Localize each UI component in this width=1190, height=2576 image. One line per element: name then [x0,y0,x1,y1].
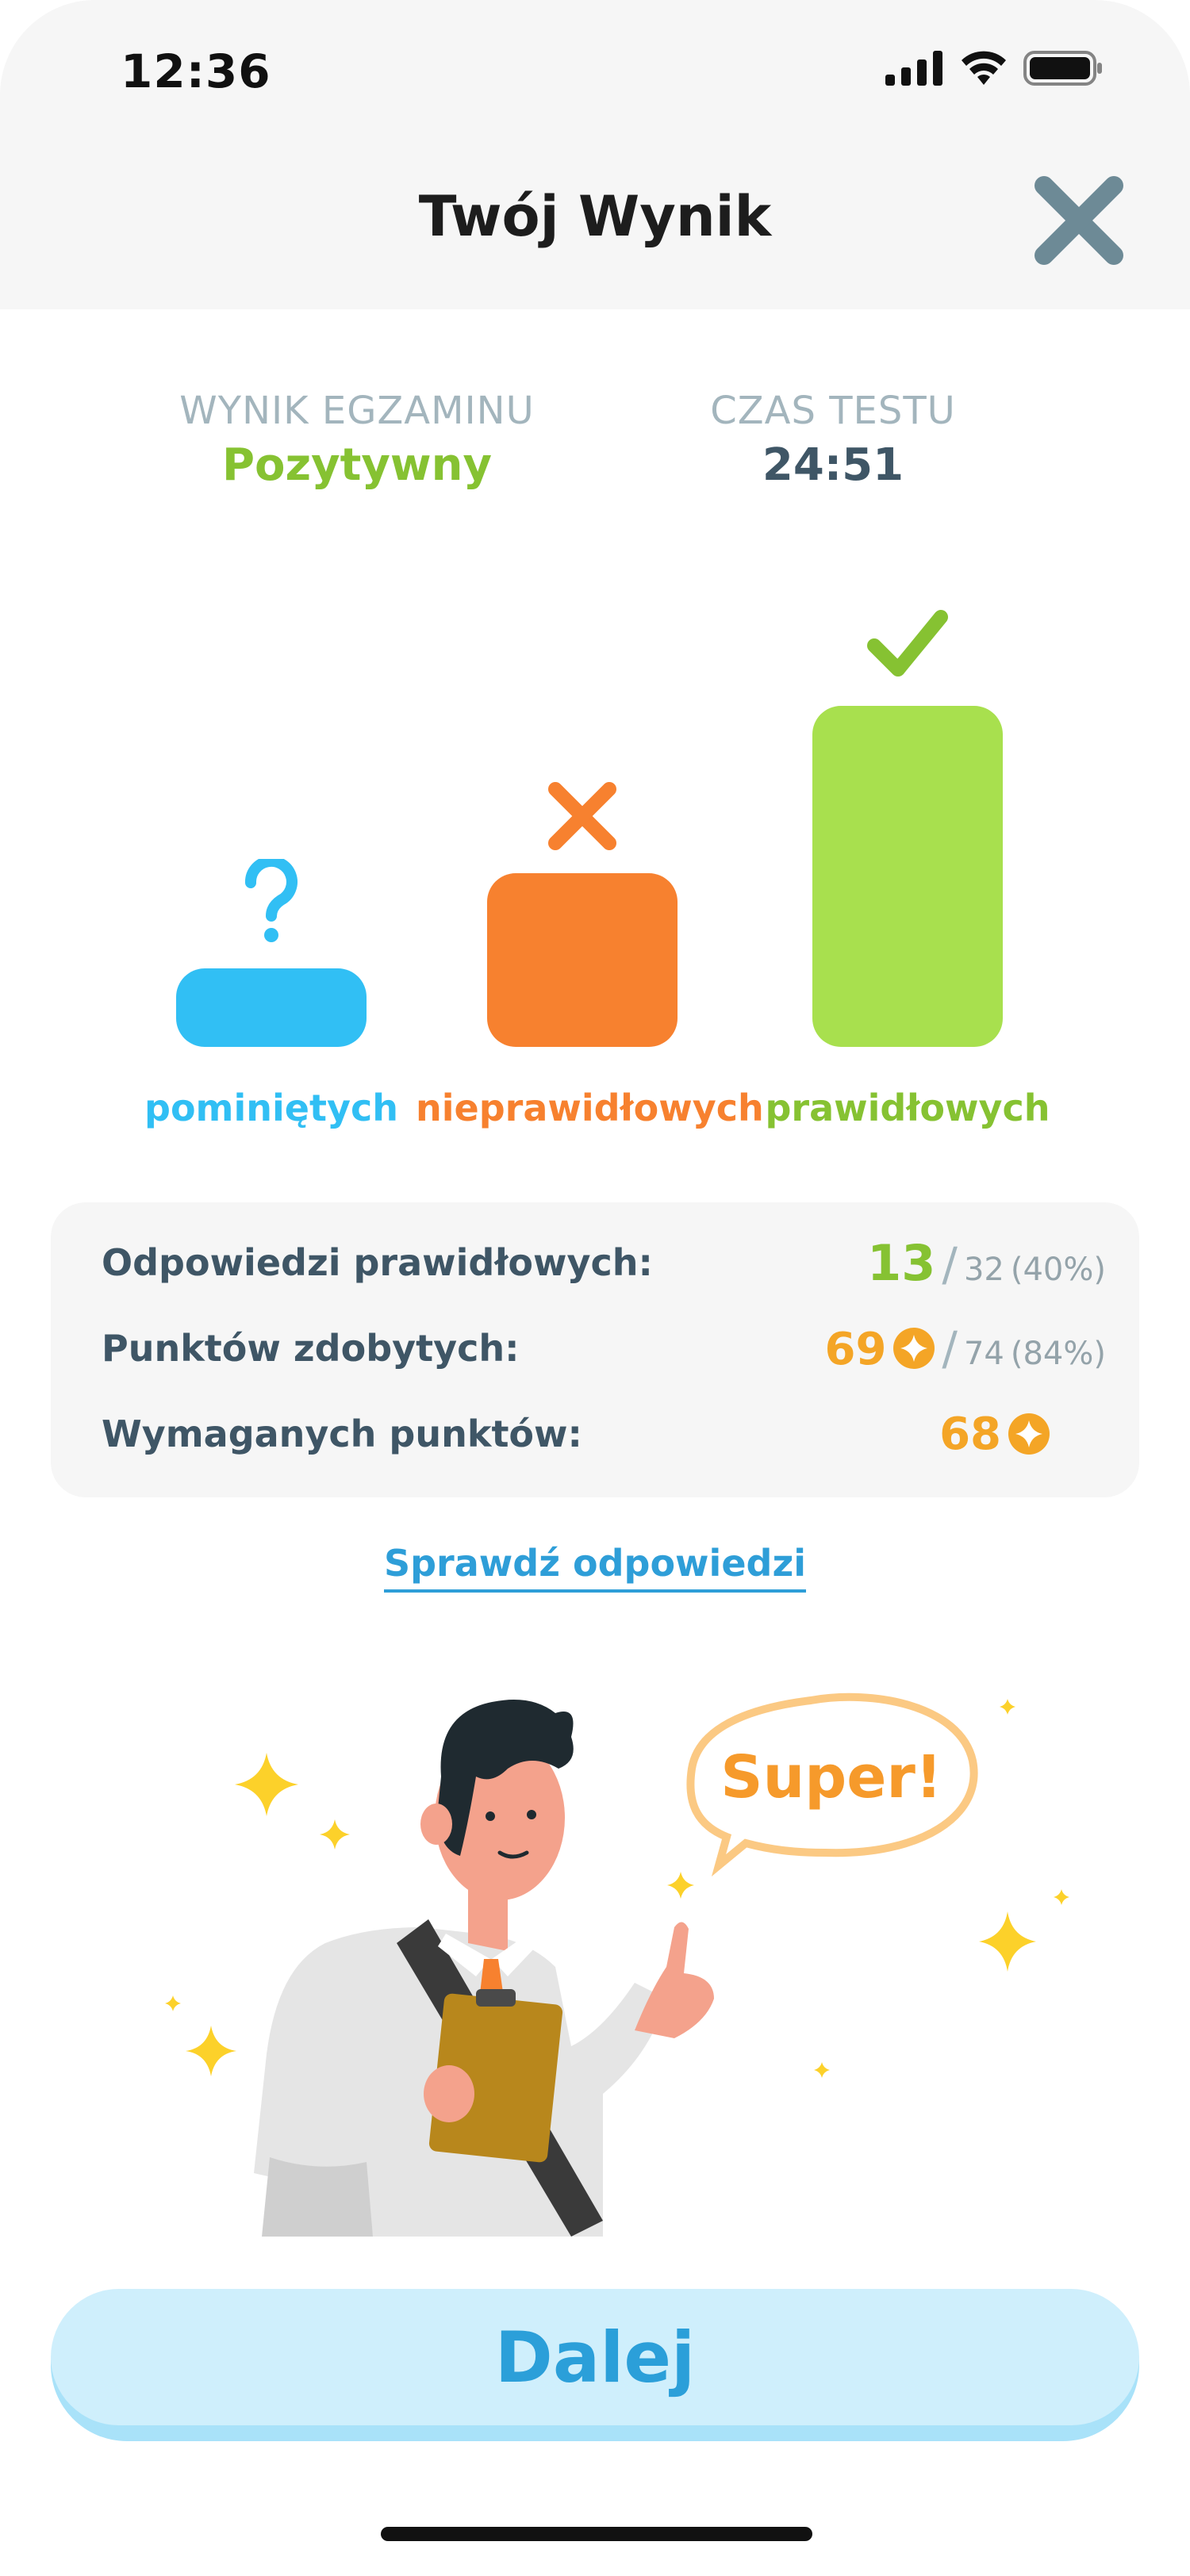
star-coin-icon [1008,1413,1050,1455]
required-points-count: 68 [939,1408,1001,1460]
home-indicator [381,2527,812,2541]
exam-result-value: Pozytywny [222,439,492,491]
wifi-icon [962,51,1006,85]
page-title: Twój Wynik [418,184,772,249]
test-time-value: 24:51 [762,439,904,491]
correct-answers-label: Odpowiedzi prawidłowych: [102,1241,653,1284]
star-coin-icon [893,1328,935,1369]
stat-row-required: Wymaganych punktów: 68 [102,1402,1050,1466]
check-answers-container: Sprawdź odpowiedzi [0,1542,1190,1593]
points-earned-label: Punktów zdobytych: [102,1327,520,1370]
points-earned-count: 69 [824,1324,887,1375]
header: 12:36 Twój Wynik [0,0,1190,309]
stat-row-points: Punktów zdobytych: 69 / 74 (84%) [102,1317,1106,1380]
slash-divider: / [942,1321,958,1375]
bar-label-incorrect: nieprawidłowych [416,1087,764,1129]
stat-row-correct: Odpowiedzi prawidłowych: 13 / 32 (40%) [102,1231,1106,1294]
person-illustration [254,1700,714,2237]
bar-correct [812,706,1003,1047]
speech-bubble: Super! [686,1692,978,1876]
required-points-values: 68 [939,1409,1050,1460]
bar-incorrect [487,873,678,1047]
close-icon[interactable] [1031,173,1127,268]
battery-icon [1023,51,1102,86]
correct-answers-total: 32 [963,1251,1004,1288]
slash-divider: / [942,1236,958,1291]
exam-result-label: WYNIK EGZAMINU [179,389,535,433]
points-total: 74 [963,1336,1004,1372]
status-time: 12:36 [121,44,271,98]
correct-answers-percent: (40%) [1010,1251,1106,1288]
checkmark-icon [867,610,948,677]
cross-icon [548,782,616,850]
points-earned-values: 69 / 74 (84%) [824,1321,1106,1375]
check-answers-link[interactable]: Sprawdź odpowiedzi [384,1542,806,1593]
question-mark-icon [245,859,298,942]
stats-card: Odpowiedzi prawidłowych: 13 / 32 (40%) P… [51,1202,1139,1497]
signal-icon [885,51,942,86]
next-button[interactable]: Dalej [51,2289,1139,2441]
required-points-label: Wymaganych punktów: [102,1413,582,1455]
status-icons [885,49,1103,87]
results-screen: 12:36 Twój Wynik WYNIK EGZAMINU Pozytywn… [0,0,1190,2576]
points-percent: (84%) [1010,1336,1106,1372]
bar-label-skipped: pominiętych [144,1087,398,1129]
bar-label-correct: prawidłowych [765,1087,1050,1129]
next-button-face: Dalej [51,2289,1139,2425]
speech-bubble-text: Super! [720,1743,942,1811]
correct-answers-count: 13 [867,1233,936,1292]
test-time-label: CZAS TESTU [710,389,956,433]
correct-answers-values: 13 / 32 (40%) [867,1234,1106,1292]
results-chart: pominiętych nieprawidłowych prawidłowych [0,555,1190,1142]
bar-skipped [176,968,367,1047]
next-button-label: Dalej [494,2316,696,2398]
illustration: Super! [165,1692,1069,2237]
